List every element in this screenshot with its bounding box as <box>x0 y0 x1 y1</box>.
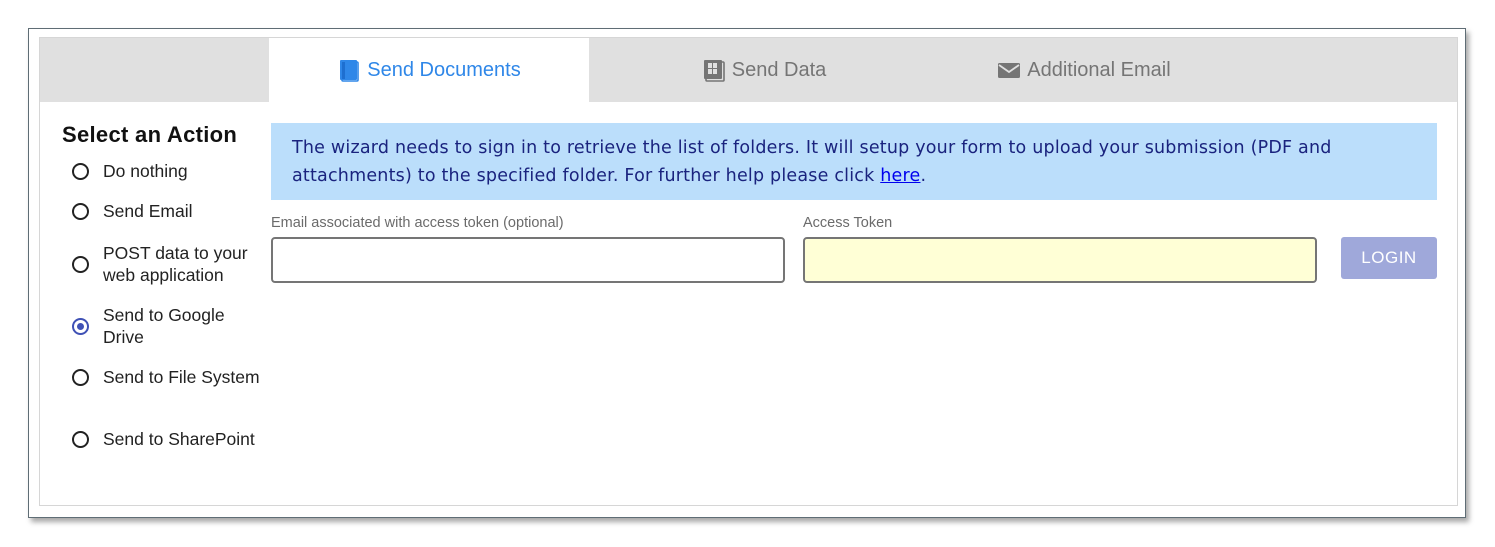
email-field[interactable] <box>271 237 785 283</box>
tab-label: Send Data <box>731 58 827 81</box>
sidebar-title: Select an Action <box>62 122 238 147</box>
table-icon <box>702 58 726 82</box>
help-link[interactable]: here <box>880 166 920 186</box>
radio-label: Send to SharePoint <box>103 429 255 449</box>
wizard-panel: Send Documents Send Data Additional Emai… <box>39 37 1458 506</box>
email-field-label: Email associated with access token (opti… <box>271 215 564 231</box>
login-button[interactable]: LOGIN <box>1341 237 1437 279</box>
radio-button[interactable] <box>72 162 89 180</box>
info-suffix: . <box>920 166 927 186</box>
radio-label: Do nothing <box>103 161 188 181</box>
radio-button[interactable] <box>72 202 89 220</box>
tab-bar: Send Documents Send Data Additional Emai… <box>40 38 1457 102</box>
document-icon <box>337 58 361 82</box>
radio-button[interactable] <box>72 430 89 448</box>
radio-label: POST data to your web application <box>103 243 248 285</box>
tab-send-data[interactable]: Send Data <box>589 38 939 102</box>
radio-send-to-google-drive[interactable]: Send to Google Drive <box>72 304 263 348</box>
radio-do-nothing[interactable]: Do nothing <box>72 160 263 182</box>
radio-button-selected[interactable] <box>72 317 89 335</box>
action-sidebar: Select an Action <box>62 122 272 154</box>
radio-label: Send Email <box>103 201 193 221</box>
radio-button[interactable] <box>72 368 89 386</box>
access-token-field[interactable] <box>803 237 1317 283</box>
access-token-label: Access Token <box>803 215 893 231</box>
radio-post-data[interactable]: POST data to your web application <box>72 242 263 286</box>
radio-send-to-file-system[interactable]: Send to File System <box>72 366 263 388</box>
radio-send-to-sharepoint[interactable]: Send to SharePoint <box>72 428 263 450</box>
tab-label: Send Documents <box>367 58 521 81</box>
radio-button[interactable] <box>72 255 89 273</box>
envelope-icon <box>997 59 1021 81</box>
window-frame: Send Documents Send Data Additional Emai… <box>28 28 1466 518</box>
tab-additional-email[interactable]: Additional Email <box>939 38 1229 102</box>
info-message: The wizard needs to sign in to retrieve … <box>271 123 1437 200</box>
tab-label: Additional Email <box>1027 58 1171 81</box>
radio-label: Send to File System <box>103 367 260 387</box>
radio-label: Send to Google Drive <box>103 305 225 347</box>
radio-send-email[interactable]: Send Email <box>72 200 263 222</box>
tab-send-documents[interactable]: Send Documents <box>269 38 589 102</box>
info-text: The wizard needs to sign in to retrieve … <box>292 138 1332 186</box>
